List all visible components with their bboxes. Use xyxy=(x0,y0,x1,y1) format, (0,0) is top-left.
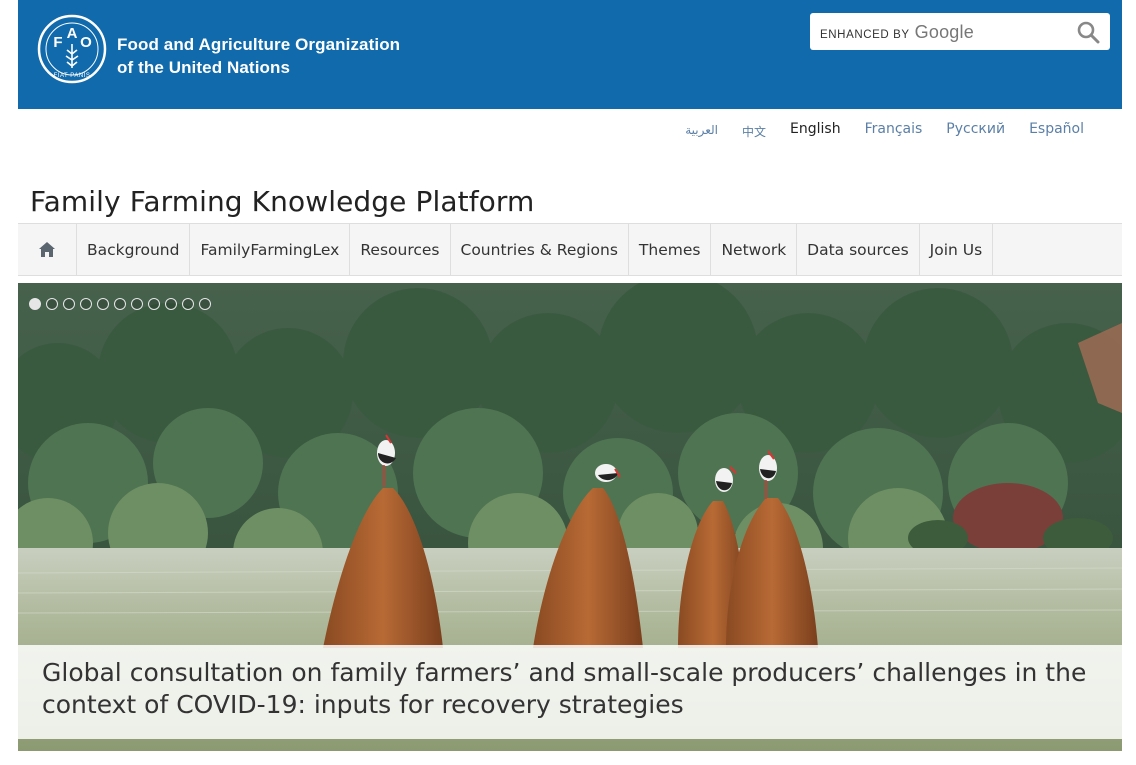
search-input[interactable] xyxy=(810,13,1060,50)
svg-text:O: O xyxy=(80,34,92,51)
slide-caption[interactable]: Global consultation on family farmers’ a… xyxy=(18,645,1122,739)
nav-home[interactable] xyxy=(18,224,77,275)
slider-dot[interactable] xyxy=(131,298,143,310)
hero-slider[interactable]: Global consultation on family farmers’ a… xyxy=(18,283,1122,751)
site-header: F A O FIAT PANIS Food and Agriculture Or… xyxy=(18,0,1122,109)
search-icon[interactable] xyxy=(1076,20,1100,44)
slider-dot[interactable] xyxy=(63,298,75,310)
svg-text:A: A xyxy=(67,25,78,42)
nav-item-familyfarminglex[interactable]: FamilyFarmingLex xyxy=(190,224,351,275)
nav-item-background[interactable]: Background xyxy=(77,224,191,275)
org-name[interactable]: Food and Agriculture Organization of the… xyxy=(117,33,400,79)
language-link[interactable]: Русский xyxy=(946,121,1005,140)
slider-dot[interactable] xyxy=(80,298,92,310)
language-link[interactable]: Español xyxy=(1029,121,1084,140)
svg-text:F: F xyxy=(53,34,62,51)
slider-dot[interactable] xyxy=(148,298,160,310)
slider-dot[interactable] xyxy=(182,298,194,310)
language-link[interactable]: English xyxy=(790,121,841,140)
nav-item-data-sources[interactable]: Data sources xyxy=(797,224,920,275)
slider-dot[interactable] xyxy=(199,298,211,310)
slider-dot[interactable] xyxy=(29,298,41,310)
nav-item-themes[interactable]: Themes xyxy=(629,224,712,275)
nav-item-resources[interactable]: Resources xyxy=(350,224,451,275)
svg-text:FIAT PANIS: FIAT PANIS xyxy=(54,73,91,79)
language-switcher: العربية 中文 English Français Русский Español xyxy=(661,121,1084,140)
site-title[interactable]: Family Farming Knowledge Platform xyxy=(30,185,534,218)
language-link[interactable]: Français xyxy=(865,121,923,140)
language-link[interactable]: 中文 xyxy=(742,121,766,140)
org-name-line1: Food and Agriculture Organization xyxy=(117,35,401,54)
nav-item-countries-regions[interactable]: Countries & Regions xyxy=(451,224,629,275)
nav-item-network[interactable]: Network xyxy=(711,224,798,275)
search-box: ENHANCED BY Google xyxy=(810,13,1110,50)
fao-logo-emblem[interactable]: F A O FIAT PANIS xyxy=(37,14,107,84)
nav-item-join-us[interactable]: Join Us xyxy=(920,224,994,275)
main-nav: Background FamilyFarmingLex Resources Count… xyxy=(18,223,1122,276)
slider-dot[interactable] xyxy=(165,298,177,310)
home-icon xyxy=(39,242,55,257)
slider-dot[interactable] xyxy=(97,298,109,310)
language-link[interactable]: العربية xyxy=(685,121,718,140)
org-name-line2: of the United Nations xyxy=(117,58,291,77)
slider-dot[interactable] xyxy=(46,298,58,310)
slider-pagination xyxy=(29,298,211,310)
slider-dot[interactable] xyxy=(114,298,126,310)
